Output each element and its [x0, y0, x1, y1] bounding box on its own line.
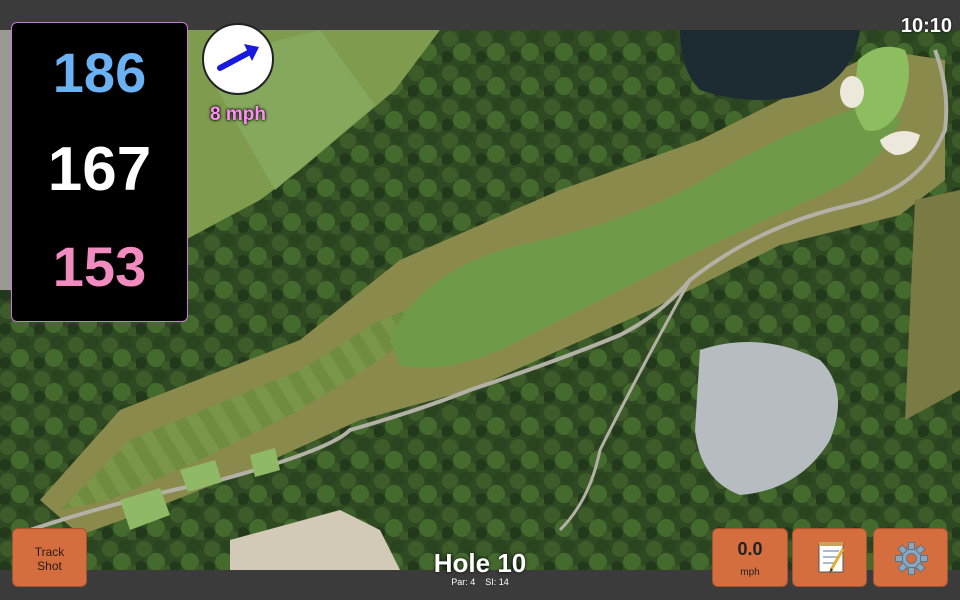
yardage-panel: 186 167 153 — [11, 22, 188, 322]
track-shot-button[interactable]: Track Shot — [12, 528, 87, 587]
hole-stroke-index: SI: 14 — [485, 577, 509, 587]
gear-icon — [895, 542, 928, 575]
settings-button[interactable] — [873, 528, 948, 587]
hole-par: Par: 4 — [451, 577, 476, 587]
golf-gps-screen: 10:10 186 167 153 8 mph Track Shot Hole … — [0, 0, 960, 600]
wind-indicator — [202, 23, 274, 95]
speed-button[interactable]: 0.0 mph — [712, 528, 788, 587]
wind-direction-arrow-icon — [217, 44, 259, 71]
middle-of-green-yardage: 167 — [47, 135, 152, 204]
clock: 10:10 — [900, 15, 952, 37]
back-of-green-yardage: 186 — [52, 41, 147, 104]
track-shot-label-line1: Track — [34, 545, 65, 559]
track-shot-label-line2: Shot — [37, 559, 62, 573]
notepad-icon — [818, 542, 845, 573]
notes-button[interactable] — [792, 528, 867, 587]
wind-speed-label: 8 mph — [210, 104, 266, 125]
front-of-green-yardage: 153 — [52, 235, 147, 298]
hole-title: Hole 10 — [433, 548, 527, 578]
greenside-bunker-left — [840, 76, 864, 108]
speed-value: 0.0 — [737, 539, 763, 559]
speed-unit: mph — [740, 567, 760, 578]
hole-info: Par: 4 SI: 14 — [380, 577, 580, 587]
